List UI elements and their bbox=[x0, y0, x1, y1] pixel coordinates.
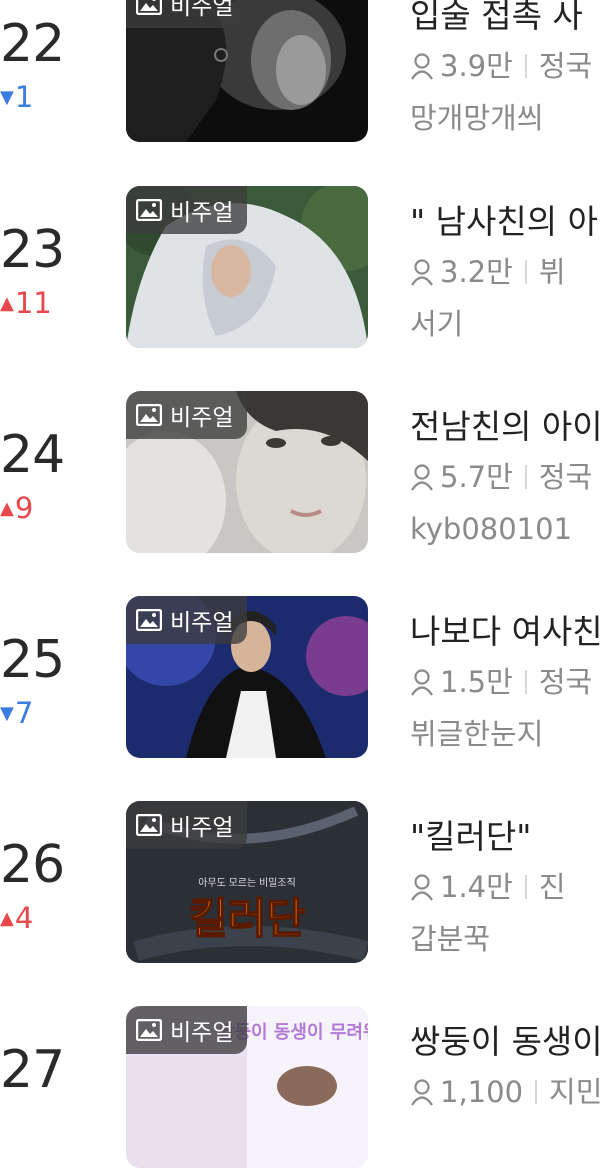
rank-number: 24 bbox=[0, 425, 65, 485]
ranking-row[interactable]: 27 쌍둥이 동생이 무려워요 비주얼 쌍둥이 동생이 1,100 지민 bbox=[0, 1006, 608, 1170]
story-meta: 1,100 지민 bbox=[410, 1072, 602, 1112]
image-icon bbox=[136, 814, 162, 836]
person-icon bbox=[411, 669, 433, 696]
story-title[interactable]: 쌍둥이 동생이 bbox=[410, 1020, 603, 1064]
cover-image[interactable]: 아무도 모르는 비밀조직 킬러단 비주얼 bbox=[126, 801, 368, 963]
story-title[interactable]: 입술 접촉 사 bbox=[410, 0, 583, 38]
badge-label: 비주얼 bbox=[170, 815, 234, 841]
rank-number: 25 bbox=[0, 630, 65, 690]
divider bbox=[535, 1080, 538, 1104]
author-name[interactable]: 서기 bbox=[410, 304, 463, 344]
image-icon bbox=[136, 404, 162, 426]
person-icon bbox=[411, 259, 433, 286]
author-name[interactable]: 뷔글한눈지 bbox=[410, 714, 543, 754]
story-title[interactable]: 전남친의 아이 bbox=[410, 405, 603, 449]
story-meta: 1.4만 진 bbox=[410, 867, 566, 907]
image-icon bbox=[136, 0, 162, 15]
visual-badge: 비주얼 bbox=[126, 596, 248, 644]
rank-change: ▼7 bbox=[0, 696, 34, 730]
person-icon bbox=[411, 1079, 433, 1106]
badge-label: 비주얼 bbox=[170, 405, 234, 431]
visual-badge: 비주얼 bbox=[126, 1006, 248, 1054]
image-icon bbox=[136, 1019, 162, 1041]
person-icon bbox=[411, 464, 433, 491]
story-title[interactable]: " 남사친의 아 bbox=[410, 200, 598, 244]
view-count: 1.5만 bbox=[440, 665, 513, 699]
cover-image[interactable]: 비주얼 bbox=[126, 0, 368, 142]
story-title[interactable]: 나보다 여사친 bbox=[410, 610, 603, 654]
view-count: 1,100 bbox=[440, 1075, 524, 1109]
author-name[interactable]: 망개망개씌 bbox=[410, 98, 543, 138]
cover-title-text: 킬러단 bbox=[189, 894, 305, 943]
ranking-row[interactable]: 24 ▲9 비주얼 전남친의 아이 5.7만 정국 kyb080101 bbox=[0, 391, 608, 555]
divider bbox=[524, 54, 527, 78]
divider bbox=[524, 670, 527, 694]
divider bbox=[524, 260, 527, 284]
cover-image[interactable]: 비주얼 bbox=[126, 186, 368, 348]
divider bbox=[524, 875, 527, 899]
triangle-down-icon: ▼ bbox=[0, 703, 14, 724]
story-meta: 3.2만 뷔 bbox=[410, 252, 566, 292]
triangle-up-icon: ▲ bbox=[0, 293, 14, 314]
story-meta: 1.5만 정국 bbox=[410, 662, 592, 702]
view-count: 3.9만 bbox=[440, 49, 513, 83]
story-meta: 3.9만 정국 bbox=[410, 46, 592, 86]
author-name[interactable]: kyb080101 bbox=[410, 509, 572, 549]
cover-image[interactable]: 비주얼 bbox=[126, 391, 368, 553]
author-name[interactable]: 갑분꾹 bbox=[410, 919, 490, 959]
rank-change: ▲9 bbox=[0, 491, 34, 525]
visual-badge: 비주얼 bbox=[126, 186, 248, 234]
ranking-row[interactable]: 22 ▼1 비주얼 입술 접촉 사 3.9만 정국 망개망개씌 bbox=[0, 0, 608, 144]
image-icon bbox=[136, 199, 162, 221]
rank-change: ▲11 bbox=[0, 286, 52, 320]
triangle-down-icon: ▼ bbox=[0, 87, 14, 108]
rank-number: 22 bbox=[0, 14, 65, 74]
story-meta: 5.7만 정국 bbox=[410, 457, 592, 497]
view-count: 1.4만 bbox=[440, 870, 513, 904]
tag: 지민 bbox=[549, 1075, 603, 1109]
visual-badge: 비주얼 bbox=[126, 801, 248, 849]
view-count: 3.2만 bbox=[440, 255, 513, 289]
view-count: 5.7만 bbox=[440, 460, 513, 494]
ranking-row[interactable]: 25 ▼7 비주얼 나보다 여사친 1.5만 정국 뷔글한눈지 bbox=[0, 596, 608, 760]
tag: 진 bbox=[538, 870, 566, 904]
visual-badge: 비주얼 bbox=[126, 391, 248, 439]
cover-image[interactable]: 쌍둥이 동생이 무려워요 비주얼 bbox=[126, 1006, 368, 1168]
badge-label: 비주얼 bbox=[170, 200, 234, 226]
rank-number: 23 bbox=[0, 220, 65, 280]
ranking-row[interactable]: 23 ▲11 비주얼 " 남사친의 아 3.2만 뷔 서기 bbox=[0, 186, 608, 350]
badge-label: 비주얼 bbox=[170, 610, 234, 636]
rank-change: ▼1 bbox=[0, 80, 34, 114]
person-icon bbox=[411, 874, 433, 901]
rank-change: ▲4 bbox=[0, 901, 34, 935]
cover-subtitle: 아무도 모르는 비밀조직 bbox=[198, 877, 296, 889]
tag: 정국 bbox=[538, 49, 593, 83]
story-title[interactable]: "킬러단" bbox=[410, 815, 531, 859]
person-icon bbox=[411, 53, 433, 80]
ranking-row[interactable]: 26 ▲4 아무도 모르는 비밀조직 킬러단 비주얼 "킬러단" 1.4만 진 … bbox=[0, 801, 608, 965]
tag: 뷔 bbox=[538, 255, 566, 289]
divider bbox=[524, 465, 527, 489]
visual-badge: 비주얼 bbox=[126, 0, 248, 28]
cover-image[interactable]: 비주얼 bbox=[126, 596, 368, 758]
image-icon bbox=[136, 609, 162, 631]
tag: 정국 bbox=[538, 665, 593, 699]
rank-number: 26 bbox=[0, 835, 65, 895]
triangle-up-icon: ▲ bbox=[0, 908, 14, 929]
rank-number: 27 bbox=[0, 1040, 65, 1100]
tag: 정국 bbox=[538, 460, 593, 494]
badge-label: 비주얼 bbox=[170, 1020, 234, 1046]
badge-label: 비주얼 bbox=[170, 0, 234, 20]
triangle-up-icon: ▲ bbox=[0, 498, 14, 519]
